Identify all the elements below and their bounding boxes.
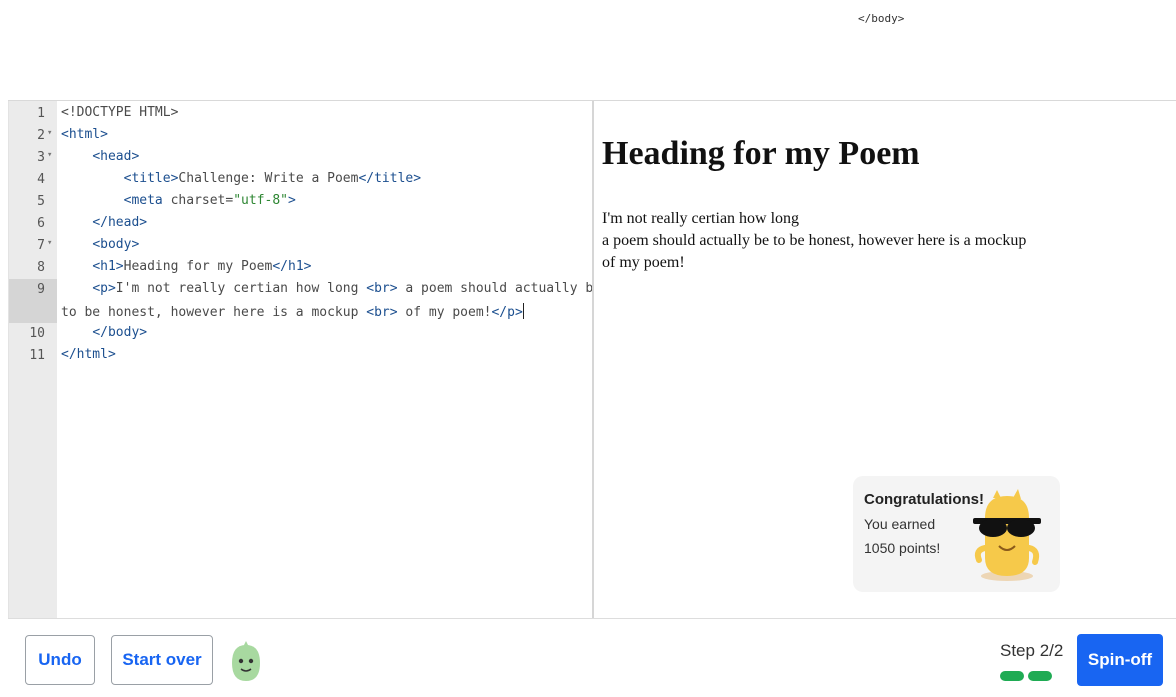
code-line[interactable]: 4 <title>Challenge: Write a Poem</title> <box>9 169 592 191</box>
code-line[interactable]: 6 </head> <box>9 213 592 235</box>
code-text: <!DOCTYPE HTML> <box>61 105 178 120</box>
code-tag: <title> <box>123 171 179 186</box>
code-token: to be honest, however here is a mockup <box>61 305 367 320</box>
code-token: a poem should actually be <box>397 281 595 296</box>
code-text: <title>Challenge: Write a Poem</title> <box>61 171 421 186</box>
top-code-fragment: </body> <box>858 12 905 25</box>
line-number: 3 <box>37 150 45 165</box>
line-number: 2 <box>37 128 45 143</box>
code-token: of my poem! <box>397 305 492 320</box>
fold-toggle-icon[interactable]: ▾ <box>47 150 52 160</box>
code-text: <head> <box>61 149 139 164</box>
code-tag: </html> <box>61 347 116 362</box>
code-string: "utf-8" <box>233 193 289 208</box>
code-text: <html> <box>61 127 108 142</box>
code-token: Heading for my Poem <box>123 259 273 274</box>
preview-heading: Heading for my Poem <box>602 135 920 172</box>
code-line[interactable]: 8 <h1>Heading for my Poem</h1> <box>9 257 592 279</box>
code-tag: <h1> <box>92 259 124 274</box>
code-line[interactable]: 7 ▾ <body> <box>9 235 592 257</box>
congratulations-toast: Congratulations! You earned 1050 points! <box>853 476 1060 592</box>
code-tag: <br> <box>366 281 398 296</box>
code-tag: </head> <box>92 215 148 230</box>
code-tag: <p> <box>92 281 116 296</box>
code-line[interactable]: 2 ▾ <html> <box>9 125 592 147</box>
step-progress-segment <box>1000 671 1024 681</box>
preview-line: I'm not really certian how long <box>602 210 800 227</box>
code-editor[interactable]: 1 <!DOCTYPE HTML> 2 ▾ <html> 3 ▾ <head> 4 <titl… <box>8 101 595 618</box>
spin-off-button[interactable]: Spin-off <box>1077 634 1163 686</box>
code-line[interactable]: to be honest, however here is a mockup <… <box>9 301 592 323</box>
code-tag: > <box>288 193 296 208</box>
undo-button[interactable]: Undo <box>25 635 95 685</box>
code-tag: <body> <box>92 237 140 252</box>
code-text: <meta charset="utf-8"> <box>61 193 296 208</box>
code-line[interactable]: 5 <meta charset="utf-8"> <box>9 191 592 213</box>
code-line[interactable]: 10 </body> <box>9 323 592 345</box>
line-number: 5 <box>37 194 45 209</box>
line-number: 1 <box>37 106 45 121</box>
bottom-toolbar: Undo Start over Step 2/2 Spin-off <box>8 618 1176 697</box>
step-indicator: Step 2/2 <box>1000 641 1064 660</box>
toast-line-2: 1050 points! <box>864 540 941 556</box>
code-text: </body> <box>61 325 147 340</box>
code-line[interactable]: 9 <p>I'm not really certian how long <br… <box>9 279 592 301</box>
code-text: <p>I'm not really certian how long <br> … <box>61 281 595 296</box>
code-tag: </p> <box>491 305 523 320</box>
code-tag: <head> <box>92 149 140 164</box>
code-tag: <meta <box>123 193 171 208</box>
code-tag: <br> <box>366 305 398 320</box>
fold-toggle-icon[interactable]: ▾ <box>47 238 52 248</box>
code-text: to be honest, however here is a mockup <… <box>61 303 524 320</box>
code-line[interactable]: 1 <!DOCTYPE HTML> <box>9 103 592 125</box>
preview-line: a poem should actually be to be honest, … <box>602 232 1027 249</box>
code-token: <!DOCTYPE HTML> <box>61 105 179 120</box>
code-text: <h1>Heading for my Poem</h1> <box>61 259 311 274</box>
toast-line-1: You earned <box>864 516 936 532</box>
code-token: Challenge: Write a Poem <box>178 171 359 186</box>
code-tag: </body> <box>92 325 148 340</box>
code-tag: </h1> <box>272 259 312 274</box>
code-text: <body> <box>61 237 139 252</box>
code-line[interactable]: 11 </html> <box>9 345 592 367</box>
line-number: 9 <box>37 282 45 297</box>
code-line[interactable]: 3 ▾ <head> <box>9 147 592 169</box>
line-number: 6 <box>37 216 45 231</box>
fold-toggle-icon[interactable]: ▾ <box>47 128 52 138</box>
line-number: 10 <box>29 326 45 341</box>
line-number: 7 <box>37 238 45 253</box>
mascot-sunglasses-icon <box>973 489 1041 581</box>
start-over-button[interactable]: Start over <box>111 635 213 685</box>
text-cursor <box>522 303 524 319</box>
line-number: 8 <box>37 260 45 275</box>
avatar-icon[interactable] <box>226 641 266 683</box>
line-number: 4 <box>37 172 45 187</box>
preview-line: of my poem! <box>602 254 685 271</box>
code-token: charset= <box>170 193 234 208</box>
code-token: I'm not really certian how long <box>115 281 367 296</box>
step-progress-bar <box>1000 671 1052 681</box>
code-tag: </title> <box>358 171 422 186</box>
step-progress-segment <box>1028 671 1052 681</box>
preview-paragraph: I'm not really certian how long a poem s… <box>602 208 1026 274</box>
line-number: 11 <box>29 348 45 363</box>
code-tag: <html> <box>61 127 108 142</box>
code-text: </head> <box>61 215 147 230</box>
code-text: </html> <box>61 347 116 362</box>
